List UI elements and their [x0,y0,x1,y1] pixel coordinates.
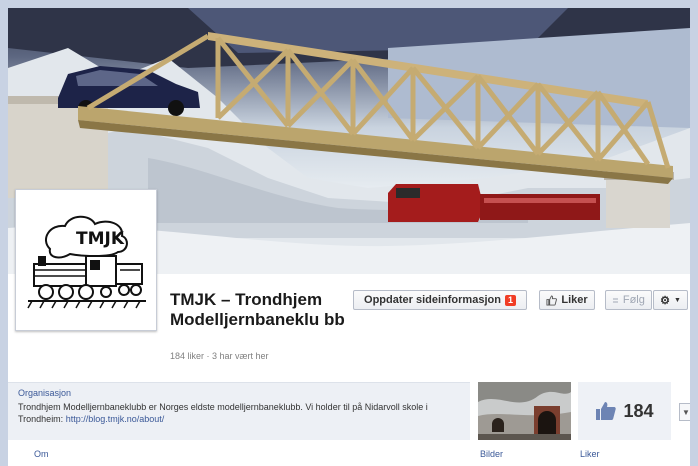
facebook-page: TMJK TMJK – Trondhjem Modelljernbaneklu … [8,8,690,466]
settings-dropdown-button[interactable]: ⚙ ▼ [653,290,688,310]
notification-badge: 1 [504,294,516,306]
about-url-link[interactable]: http://blog.tmjk.no/about/ [66,414,165,424]
rss-icon: ≣ [612,295,619,305]
tmjk-logo: TMJK [20,194,152,326]
likes-count: 184 [623,400,654,421]
caret-down-icon: ▼ [673,296,681,304]
thumbs-up-icon [596,402,617,420]
photos-thumbnail[interactable] [478,382,571,440]
follow-button-label: Følg [622,294,645,306]
likes-count-tile[interactable]: 184 [578,382,671,440]
tab-likes[interactable]: Liker [580,449,600,459]
chevron-down-icon: ▼ [682,407,690,417]
update-page-info-label: Oppdater sideinformasjon [364,294,501,306]
page-title: TMJK – Trondhjem Modelljernbaneklu bb [170,290,345,329]
about-section: Organisasjon Trondhjem Modelljernbaneklu… [8,382,470,440]
about-description: Trondhjem Modelljernbaneklubb er Norges … [18,401,460,425]
page-like-count-text: 184 liker · 3 har vært her [170,351,269,361]
update-page-info-button[interactable]: Oppdater sideinformasjon 1 [353,290,527,310]
gear-icon: ⚙ [660,294,670,307]
thumbs-up-icon [546,294,558,306]
like-button-label: Liker [561,294,588,306]
follow-button[interactable]: ≣ Følg [605,290,652,310]
profile-picture[interactable]: TMJK [15,189,157,331]
svg-text:TMJK: TMJK [76,229,125,249]
page-category-link[interactable]: Organisasjon [18,388,460,398]
photo-tunnel-image [478,382,571,440]
tab-photos[interactable]: Bilder [480,449,503,459]
like-button[interactable]: Liker [539,290,595,310]
scroll-right-button[interactable]: ▼ [679,403,690,421]
tab-about[interactable]: Om [34,449,49,459]
